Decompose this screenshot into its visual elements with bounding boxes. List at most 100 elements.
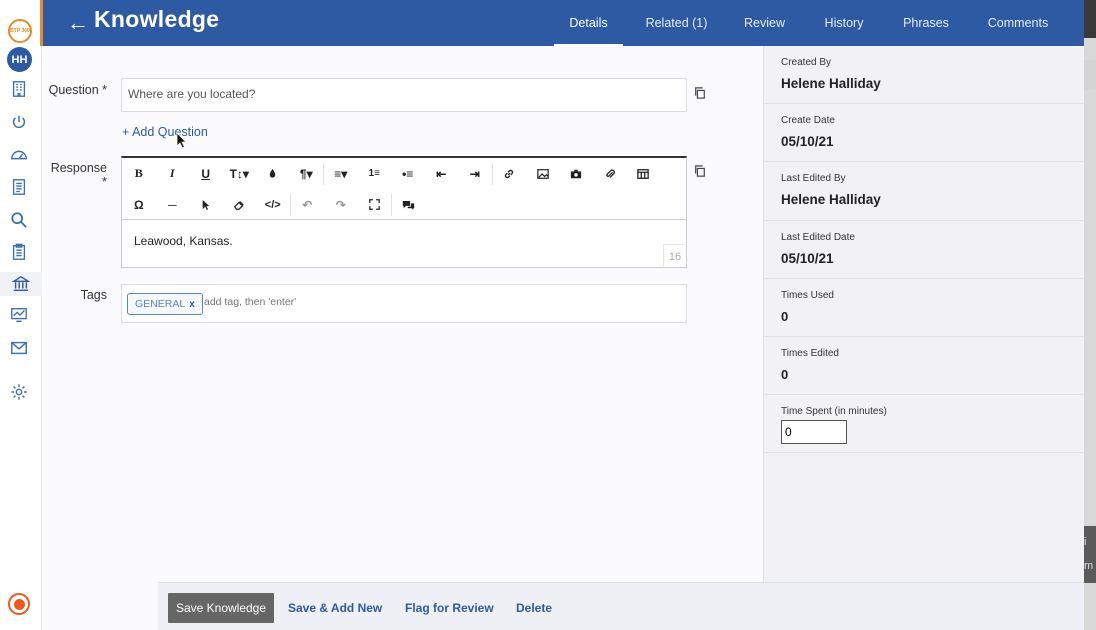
- created-by-item: Created By Helene Halliday: [764, 46, 1085, 104]
- undo-icon[interactable]: ↶: [291, 189, 325, 220]
- create-date-label: Create Date: [781, 115, 835, 126]
- footer-spacer: [43, 582, 158, 630]
- response-label: Response *: [50, 161, 107, 189]
- special-char-icon[interactable]: Ω: [122, 189, 156, 220]
- building-icon[interactable]: [8, 78, 30, 100]
- horizontal-rule-icon[interactable]: ─: [156, 189, 190, 220]
- clipboard-icon[interactable]: [8, 241, 30, 263]
- bold-icon[interactable]: B: [122, 158, 156, 189]
- time-spent-item: Time Spent (in minutes): [764, 395, 1085, 453]
- table-icon[interactable]: [627, 158, 661, 189]
- response-text: Leawood, Kansas.: [134, 234, 233, 248]
- left-nav: BTP 360 HH: [0, 0, 43, 630]
- avatar[interactable]: HH: [7, 47, 32, 72]
- indent-icon[interactable]: ⇥: [458, 158, 492, 189]
- chart-monitor-icon[interactable]: [8, 304, 30, 326]
- times-edited-label: Times Edited: [781, 348, 839, 359]
- image-icon[interactable]: [526, 158, 560, 189]
- time-spent-input[interactable]: [781, 420, 847, 444]
- unordered-list-icon[interactable]: •≡: [391, 158, 425, 189]
- link-icon[interactable]: [493, 158, 527, 189]
- gear-icon[interactable]: [8, 381, 30, 403]
- paragraph-icon[interactable]: ¶▾: [290, 158, 324, 189]
- copy-question-icon[interactable]: [694, 86, 708, 100]
- page-title: Knowledge: [94, 6, 220, 32]
- tag-input[interactable]: [204, 296, 504, 308]
- copy-response-icon[interactable]: [694, 164, 708, 178]
- attachment-icon[interactable]: [593, 158, 627, 189]
- redo-icon[interactable]: ↷: [324, 189, 358, 220]
- times-edited-item: Times Edited 0: [764, 337, 1085, 395]
- tags-label: Tags: [80, 288, 107, 302]
- last-edited-by-value: Helene Halliday: [781, 192, 881, 207]
- tab-phrases[interactable]: Phrases: [889, 0, 963, 46]
- create-date-value: 05/10/21: [781, 134, 834, 149]
- response-editor: B I U T↕▾ ¶▾ ≡▾ 1≡ •≡ ⇤ ⇥ Ω ─ </> ↶ ↷ Le…: [121, 156, 687, 268]
- comment-icon[interactable]: [392, 189, 426, 220]
- tags-field[interactable]: GENERAL x: [121, 284, 687, 323]
- italic-icon[interactable]: I: [156, 158, 190, 189]
- edge-dark-block: [1084, 0, 1096, 38]
- created-by-value: Helene Halliday: [781, 76, 881, 91]
- last-edited-date-value: 05/10/21: [781, 251, 834, 266]
- save-knowledge-button[interactable]: Save Knowledge: [168, 593, 274, 623]
- tab-details[interactable]: Details: [554, 0, 623, 46]
- pointer-icon[interactable]: [189, 189, 223, 220]
- edge-letter-2: m: [1084, 550, 1096, 583]
- align-icon[interactable]: ≡▾: [324, 158, 358, 189]
- question-label: Question *: [48, 83, 107, 97]
- char-counter: 16: [663, 244, 686, 268]
- toolbar-row-2: Ω ─ </> ↶ ↷: [122, 189, 426, 220]
- time-spent-label: Time Spent (in minutes): [781, 406, 887, 417]
- footer-logo-icon[interactable]: [8, 593, 30, 615]
- last-edited-by-label: Last Edited By: [781, 173, 846, 184]
- response-text-area[interactable]: Leawood, Kansas. 16: [122, 219, 686, 268]
- last-edited-by-item: Last Edited By Helene Halliday: [764, 162, 1085, 221]
- eraser-icon[interactable]: [223, 189, 257, 220]
- tab-review[interactable]: Review: [730, 0, 799, 46]
- mail-icon[interactable]: [8, 337, 30, 359]
- times-edited-value: 0: [781, 367, 789, 382]
- action-footer: Save Knowledge Save & Add New Flag for R…: [158, 582, 1084, 630]
- times-used-item: Times Used 0: [764, 279, 1085, 337]
- app-root: BTP 360 HH ← Knowledge Details Related (…: [0, 0, 1096, 630]
- underline-icon[interactable]: U: [189, 158, 223, 189]
- tag-chip-label: GENERAL: [135, 298, 186, 310]
- bank-icon[interactable]: [0, 272, 42, 296]
- last-edited-date-label: Last Edited Date: [781, 232, 855, 243]
- brand-logo[interactable]: BTP 360: [8, 19, 32, 43]
- main-form: Question * Where are you located? + Add …: [43, 46, 763, 582]
- tab-related[interactable]: Related (1): [623, 0, 730, 46]
- toolbar-row-1: B I U T↕▾ ¶▾ ≡▾ 1≡ •≡ ⇤ ⇥: [122, 158, 660, 189]
- times-used-value: 0: [781, 309, 789, 324]
- fullscreen-icon[interactable]: [358, 189, 392, 220]
- add-question-link[interactable]: + Add Question: [122, 125, 208, 139]
- create-date-item: Create Date 05/10/21: [764, 104, 1085, 162]
- font-size-icon[interactable]: T↕▾: [223, 158, 257, 189]
- save-add-new-button[interactable]: Save & Add New: [288, 593, 382, 623]
- edge-light-block: [1084, 60, 1096, 90]
- back-arrow-icon[interactable]: ←: [67, 10, 89, 36]
- delete-button[interactable]: Delete: [516, 593, 552, 623]
- details-sidebar: Created By Helene Halliday Create Date 0…: [763, 46, 1085, 582]
- tab-bar: Details Related (1) Review History Phras…: [554, 0, 1073, 46]
- tab-comments[interactable]: Comments: [963, 0, 1073, 46]
- flag-for-review-button[interactable]: Flag for Review: [405, 593, 494, 623]
- camera-icon[interactable]: [560, 158, 594, 189]
- created-by-label: Created By: [781, 57, 832, 68]
- mouse-cursor-icon: [176, 132, 188, 150]
- dashboard-icon[interactable]: [8, 144, 30, 166]
- ordered-list-icon[interactable]: 1≡: [358, 158, 392, 189]
- question-input[interactable]: Where are you located?: [121, 78, 687, 112]
- times-used-label: Times Used: [781, 290, 834, 301]
- code-view-icon[interactable]: </>: [256, 189, 290, 220]
- power-icon[interactable]: [8, 111, 30, 133]
- outdent-icon[interactable]: ⇤: [425, 158, 459, 189]
- tab-history[interactable]: History: [799, 0, 889, 46]
- background-window-edge: i m: [1084, 0, 1096, 630]
- page-header: ← Knowledge Details Related (1) Review H…: [43, 0, 1084, 46]
- color-drop-icon[interactable]: [256, 158, 290, 189]
- search-icon[interactable]: [8, 209, 30, 231]
- tag-remove-icon[interactable]: x: [189, 299, 195, 310]
- document-icon[interactable]: [8, 176, 30, 198]
